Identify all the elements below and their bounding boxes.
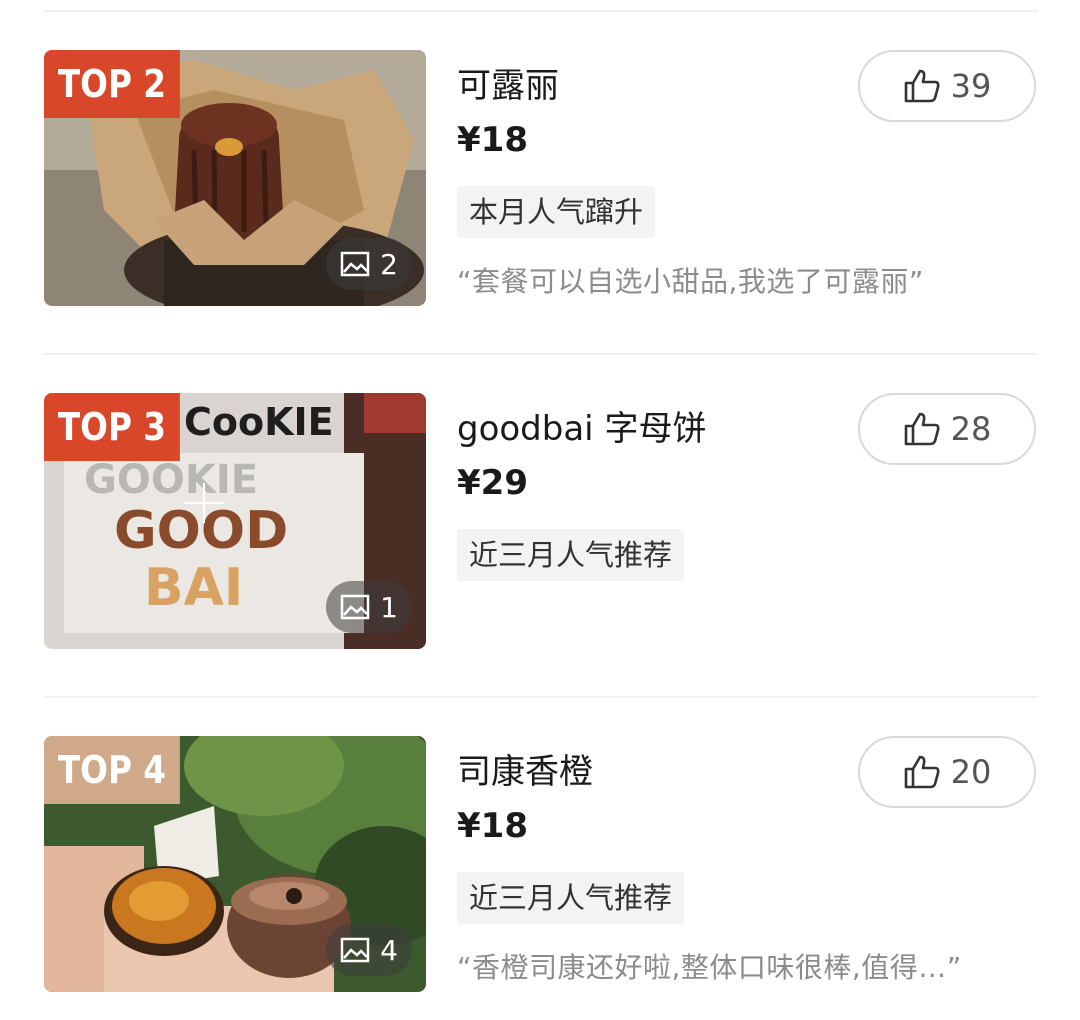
review-quote: “香橙司康还好啦,整体口味很棒,值得…” <box>457 951 962 984</box>
photo-count: 1 <box>380 590 398 624</box>
dish-price: ¥18 <box>457 806 528 846</box>
dish-photo[interactable]: TOP 4 4 <box>44 736 426 992</box>
dish-photo[interactable]: TOP 2 2 <box>44 50 426 306</box>
divider <box>44 10 1038 12</box>
like-count: 39 <box>950 67 992 105</box>
like-button[interactable]: 28 <box>858 393 1036 465</box>
thumbs-up-icon <box>904 412 940 446</box>
rank-badge: TOP 2 <box>44 50 180 118</box>
photo-count-badge[interactable]: 2 <box>326 238 412 290</box>
list-item[interactable]: TOP 2 2 可露丽 ¥18 本月人气蹿升 “套餐可以自选小甜品,我选了可露丽… <box>0 50 1080 310</box>
divider <box>44 353 1038 355</box>
photo-count: 2 <box>380 247 398 281</box>
thumbs-up-icon <box>904 755 940 789</box>
list-item[interactable]: TOP 4 4 司康香橙 ¥18 近三月人气推荐 “香橙司康还好啦,整体口味很棒… <box>0 736 1080 996</box>
like-count: 20 <box>950 753 992 791</box>
svg-text:BAI: BAI <box>144 558 243 618</box>
divider <box>44 696 1038 698</box>
dish-ranking-list: TOP 2 2 可露丽 ¥18 本月人气蹿升 “套餐可以自选小甜品,我选了可露丽… <box>0 0 1080 1020</box>
photo-count-badge[interactable]: 1 <box>326 581 412 633</box>
like-button[interactable]: 39 <box>858 50 1036 122</box>
review-quote: “套餐可以自选小甜品,我选了可露丽” <box>457 265 924 298</box>
photo-count-badge[interactable]: 4 <box>326 924 412 976</box>
list-item[interactable]: CooKIE GOOKIE GOOD BAI TOP 3 1 goodbai 字… <box>0 393 1080 653</box>
popularity-tag: 近三月人气推荐 <box>457 529 685 581</box>
dish-price: ¥18 <box>457 120 528 160</box>
svg-text:CooKIE: CooKIE <box>184 400 334 444</box>
svg-text:GOOKIE: GOOKIE <box>84 457 258 503</box>
like-button[interactable]: 20 <box>858 736 1036 808</box>
dish-name[interactable]: 司康香橙 <box>457 744 593 793</box>
dish-name[interactable]: 可露丽 <box>457 58 559 107</box>
like-count: 28 <box>950 410 992 448</box>
svg-text:GOOD: GOOD <box>114 501 288 561</box>
rank-badge: TOP 4 <box>44 736 180 804</box>
image-icon <box>340 594 370 620</box>
popularity-tag: 近三月人气推荐 <box>457 872 685 924</box>
thumbs-up-icon <box>904 69 940 103</box>
dish-price: ¥29 <box>457 463 528 503</box>
photo-count: 4 <box>380 933 398 967</box>
popularity-tag: 本月人气蹿升 <box>457 186 656 238</box>
image-icon <box>340 937 370 963</box>
dish-photo[interactable]: CooKIE GOOKIE GOOD BAI TOP 3 1 <box>44 393 426 649</box>
rank-badge: TOP 3 <box>44 393 180 461</box>
dish-name[interactable]: goodbai 字母饼 <box>457 401 706 450</box>
image-icon <box>340 251 370 277</box>
